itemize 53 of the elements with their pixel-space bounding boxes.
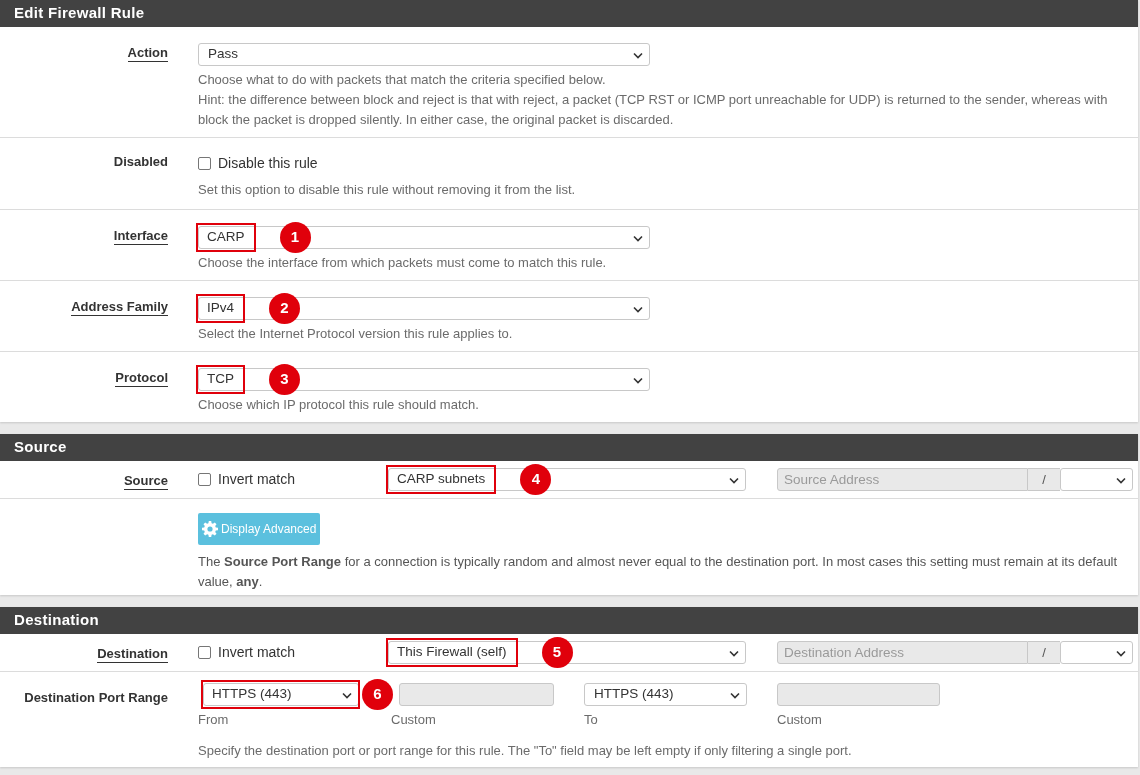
caret-icon — [633, 235, 643, 242]
callout-badge: 2 — [269, 293, 300, 324]
caret-icon — [729, 650, 739, 657]
caret-icon — [729, 477, 739, 484]
field-caption: To — [584, 711, 598, 729]
checkbox[interactable] — [198, 473, 211, 486]
help-text: Choose the interface from which packets must come to match this rule. — [198, 254, 608, 272]
field-label: Disabled — [113, 154, 168, 170]
field-label: Destination — [97, 646, 168, 663]
mask-dropdown[interactable] — [1060, 468, 1133, 491]
field-label: Address Family — [71, 299, 168, 316]
caret-icon — [730, 692, 740, 699]
help-text: The Source Port Range for a connection is typically random and almost never equal to the destination port. In most cases this setting must remain at its default value, any. — [198, 553, 1118, 591]
field-caption: Custom — [391, 711, 436, 729]
callout-badge: 5 — [541, 637, 573, 668]
help-text: Specify the destination port or port range for this rule. The "To" field may be left empty if only filtering a single port. — [198, 742, 853, 760]
checkbox[interactable] — [198, 157, 211, 170]
checkbox-label[interactable]: Invert match — [218, 642, 296, 663]
help-text: Hint: the difference between block and reject is that with reject, a packet (TCP RST or ICMP port unreachable for UDP) is returned to the sender, whereas with block the packet is dropped silently. In either case, the original packet is discarded. — [198, 91, 1109, 129]
field-caption: Custom — [777, 711, 822, 729]
field-label: Destination Port Range — [24, 690, 168, 706]
callout-badge: 1 — [279, 222, 311, 253]
checkbox-label[interactable]: Disable this rule — [218, 153, 318, 174]
dropdown[interactable]: Pass — [198, 43, 650, 66]
help-text: Select the Internet Protocol version this rule applies to. — [198, 325, 514, 343]
gear-icon — [202, 521, 218, 537]
caret-icon — [633, 377, 643, 384]
caret-icon — [1116, 477, 1126, 484]
field-caption: From — [198, 711, 229, 729]
field-label: Action — [127, 45, 168, 62]
caret-icon — [342, 692, 352, 699]
slash-label: / — [1028, 468, 1060, 491]
help-text: Set this option to disable this rule without removing it from the list. — [198, 181, 577, 199]
checkbox-label[interactable]: Invert match — [218, 469, 296, 490]
port-dropdown[interactable]: HTTPS (443) — [584, 683, 747, 706]
caret-icon — [633, 306, 643, 313]
caret-icon — [1116, 650, 1126, 657]
port-dropdown[interactable]: HTTPS (443) — [203, 683, 359, 706]
caret-icon — [633, 52, 643, 59]
panel-header: Source — [0, 434, 1138, 461]
callout-badge: 6 — [362, 679, 393, 710]
help-text: Choose what to do with packets that match the criteria specified below. — [198, 71, 607, 89]
panel-header: Edit Firewall Rule — [0, 0, 1138, 27]
field-label: Source — [123, 473, 168, 490]
field-label: Protocol — [115, 370, 168, 387]
panel-header: Destination — [0, 607, 1138, 634]
slash-label: / — [1028, 641, 1060, 664]
field-label: Interface — [113, 228, 168, 245]
callout-badge: 4 — [520, 464, 552, 495]
mask-dropdown[interactable] — [1060, 641, 1133, 664]
callout-badge: 3 — [269, 364, 300, 395]
help-text: Choose which IP protocol this rule should match. — [198, 396, 480, 414]
checkbox[interactable] — [198, 646, 211, 659]
